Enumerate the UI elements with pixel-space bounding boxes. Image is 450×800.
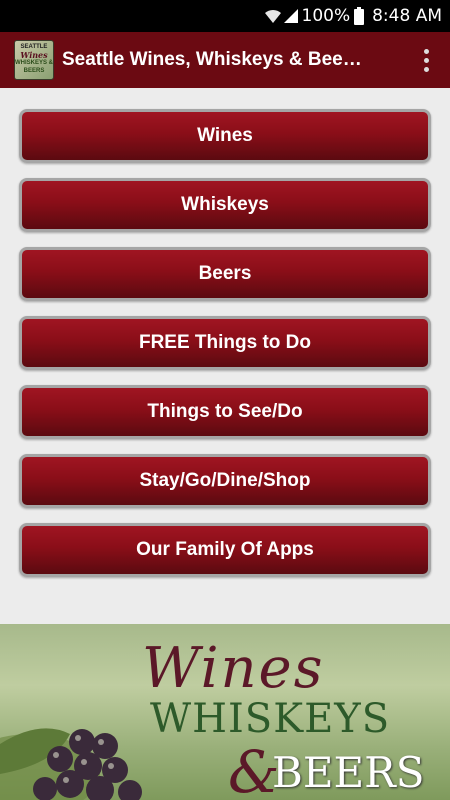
promo-banner: Wines WHISKEYS & BEERS xyxy=(0,624,450,800)
whiskeys-button[interactable]: Whiskeys xyxy=(19,178,431,232)
app-logo: SEATTLE Wines WHISKEYS & BEERS xyxy=(14,40,54,80)
battery-icon xyxy=(354,7,365,25)
banner-beers-text: BEERS xyxy=(272,748,425,797)
banner-wines-text: Wines xyxy=(142,636,325,701)
family-of-apps-button[interactable]: Our Family Of Apps xyxy=(19,523,431,577)
free-things-button[interactable]: FREE Things to Do xyxy=(19,316,431,370)
app-title: Seattle Wines, Whiskeys & Bee… xyxy=(62,49,362,70)
overflow-menu-icon[interactable] xyxy=(402,32,450,88)
banner-whiskeys-text: WHISKEYS xyxy=(150,696,391,742)
app-logo-text-2: Wines xyxy=(20,50,48,60)
wines-button[interactable]: Wines xyxy=(19,109,431,163)
signal-icon xyxy=(283,9,298,23)
stay-go-dine-shop-button[interactable]: Stay/Go/Dine/Shop xyxy=(19,454,431,508)
wifi-icon xyxy=(264,9,281,23)
app-bar: SEATTLE Wines WHISKEYS & BEERS Seattle W… xyxy=(0,32,450,88)
beers-button[interactable]: Beers xyxy=(19,247,431,301)
battery-percent: 100% xyxy=(301,6,351,26)
clock: 8:48 AM xyxy=(372,6,442,26)
status-bar: 100% 8:48 AM xyxy=(0,0,450,32)
things-to-see-button[interactable]: Things to See/Do xyxy=(19,385,431,439)
main-menu: Wines Whiskeys Beers FREE Things to Do T… xyxy=(19,109,431,592)
app-logo-text-3: WHISKEYS & BEERS xyxy=(15,60,54,74)
